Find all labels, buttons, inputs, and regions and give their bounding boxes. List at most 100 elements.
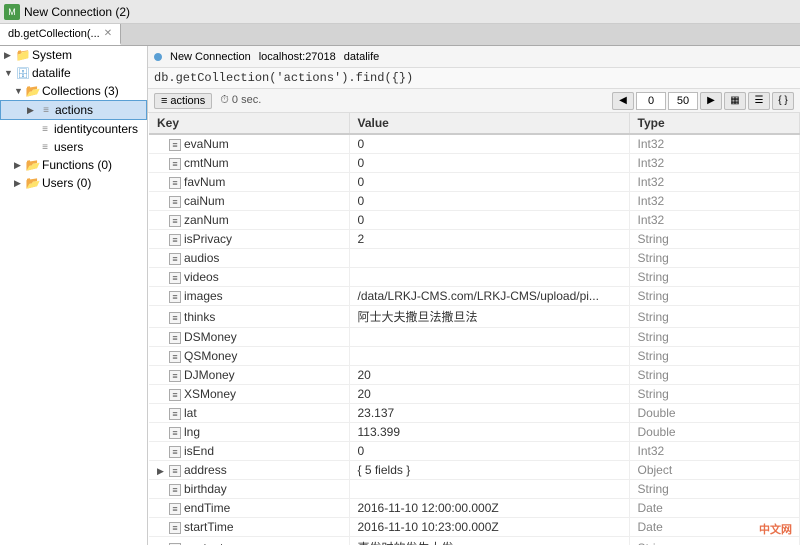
table-cell-value: [349, 347, 629, 366]
row-expand-icon[interactable]: ▶: [157, 466, 169, 477]
row-type-icon: ≡: [169, 312, 181, 324]
table-cell-type: String: [629, 537, 799, 545]
table-cell-value: 0: [349, 192, 629, 211]
table-cell-type: Int32: [629, 442, 799, 461]
nav-from-input[interactable]: [636, 92, 666, 110]
key-text: address: [184, 463, 227, 477]
key-text: evaNum: [184, 137, 229, 151]
sidebar-item-datalife[interactable]: ▼ 🗄 datalife: [0, 64, 147, 82]
table-cell-key: ≡birthday: [149, 480, 349, 499]
table-cell-value: 2: [349, 230, 629, 249]
key-text: cmtNum: [184, 156, 229, 170]
sidebar-label-users: users: [54, 140, 83, 154]
table-cell-key: ≡DJMoney: [149, 366, 349, 385]
table-cell-key: ≡favNum: [149, 173, 349, 192]
row-type-icon: ≡: [169, 408, 181, 420]
table-cell-value: 23.137: [349, 404, 629, 423]
table-cell-key: ≡XSMoney: [149, 385, 349, 404]
arrow-icon: ▶: [4, 50, 16, 61]
table-cell-value: 113.399: [349, 423, 629, 442]
functions-icon: 📂: [26, 158, 40, 172]
row-type-icon: ≡: [169, 158, 181, 170]
key-text: isEnd: [184, 444, 214, 458]
table-cell-type: String: [629, 366, 799, 385]
key-text: startTime: [184, 520, 234, 534]
key-text: DSMoney: [184, 330, 237, 344]
row-type-icon: ≡: [169, 139, 181, 151]
table-cell-type: String: [629, 480, 799, 499]
table-cell-type: String: [629, 328, 799, 347]
query-bar: db.getCollection('actions').find({}): [148, 68, 800, 89]
watermark: 中文网: [759, 521, 792, 537]
key-text: content: [184, 541, 223, 545]
sidebar-label-collections: Collections (3): [42, 84, 119, 98]
table-cell-key: ≡caiNum: [149, 192, 349, 211]
top-bar: M New Connection (2): [0, 0, 800, 24]
table-cell-type: String: [629, 230, 799, 249]
key-text: zanNum: [184, 213, 229, 227]
nav-next-btn[interactable]: ▶: [700, 92, 722, 110]
row-type-icon: ≡: [169, 370, 181, 382]
key-text: XSMoney: [184, 387, 236, 401]
row-type-icon: ≡: [169, 234, 181, 246]
table-cell-value: 2016-11-10 12:00:00.000Z: [349, 499, 629, 518]
table-cell-type: String: [629, 249, 799, 268]
key-text: lat: [184, 406, 197, 420]
sidebar-item-identitycounters[interactable]: ≡ identitycounters: [0, 120, 147, 138]
sidebar-item-users[interactable]: ≡ users: [0, 138, 147, 156]
tab-close-icon[interactable]: ✕: [104, 28, 112, 39]
toolbar: ≡ actions ⏱ 0 sec. ◀ ▶ ▦ ☰ { }: [148, 89, 800, 113]
key-text: favNum: [184, 175, 225, 189]
collection-icon: ≡: [38, 122, 52, 136]
table-cell-key: ≡QSMoney: [149, 347, 349, 366]
view-btn-3[interactable]: { }: [772, 92, 794, 110]
header-type: Type: [629, 113, 799, 134]
key-text: endTime: [184, 501, 230, 515]
table-cell-key: ≡content: [149, 537, 349, 545]
table-cell-key: ≡thinks: [149, 306, 349, 328]
row-type-icon: ≡: [169, 196, 181, 208]
table-cell-value: 事发时的发生大发: [349, 537, 629, 545]
sidebar-label-users-group: Users (0): [42, 176, 91, 190]
tab-bar: db.getCollection(... ✕: [0, 24, 800, 46]
key-text: DJMoney: [184, 368, 235, 382]
header-value: Value: [349, 113, 629, 134]
table-cell-key: ≡lat: [149, 404, 349, 423]
table-cell-type: Double: [629, 423, 799, 442]
table-cell-key: ≡isPrivacy: [149, 230, 349, 249]
table-cell-type: Double: [629, 404, 799, 423]
table-cell-value: 0: [349, 442, 629, 461]
sidebar-item-users-group[interactable]: ▶ 📂 Users (0): [0, 174, 147, 192]
row-type-icon: ≡: [169, 272, 181, 284]
table-cell-key: ≡zanNum: [149, 211, 349, 230]
nav-to-input[interactable]: [668, 92, 698, 110]
nav-prev-btn[interactable]: ◀: [612, 92, 634, 110]
sidebar-item-actions[interactable]: ▶ ≡ actions: [0, 100, 147, 120]
table-cell-key: ≡startTime: [149, 518, 349, 537]
table-cell-key: ≡audios: [149, 249, 349, 268]
table-cell-value: [349, 480, 629, 499]
row-type-icon: ≡: [169, 291, 181, 303]
table-cell-value: 阿士大夫撒旦法撒旦法: [349, 306, 629, 328]
table-cell-value: [349, 328, 629, 347]
view-btn-1[interactable]: ▦: [724, 92, 746, 110]
arrow-icon: ▼: [4, 68, 16, 78]
view-btn-2[interactable]: ☰: [748, 92, 770, 110]
sidebar: ▶ 📁 System ▼ 🗄 datalife ▼ 📂 Collections …: [0, 46, 148, 545]
content-area: New Connection localhost:27018 datalife …: [148, 46, 800, 545]
table-cell-key: ≡evaNum: [149, 134, 349, 154]
collection-button[interactable]: ≡ actions: [154, 93, 212, 109]
table-cell-type: Int32: [629, 192, 799, 211]
key-text: thinks: [184, 310, 215, 324]
table-cell-key: ≡endTime: [149, 499, 349, 518]
table-cell-value: 0: [349, 211, 629, 230]
sidebar-item-system[interactable]: ▶ 📁 System: [0, 46, 147, 64]
tab-query[interactable]: db.getCollection(... ✕: [0, 24, 121, 45]
sidebar-item-collections[interactable]: ▼ 📂 Collections (3): [0, 82, 147, 100]
arrow-icon: ▶: [14, 178, 26, 189]
connection-indicator: [154, 53, 162, 61]
row-type-icon: ≡: [169, 332, 181, 344]
table-cell-value: [349, 249, 629, 268]
sidebar-item-functions[interactable]: ▶ 📂 Functions (0): [0, 156, 147, 174]
table-cell-value: 2016-11-10 10:23:00.000Z: [349, 518, 629, 537]
